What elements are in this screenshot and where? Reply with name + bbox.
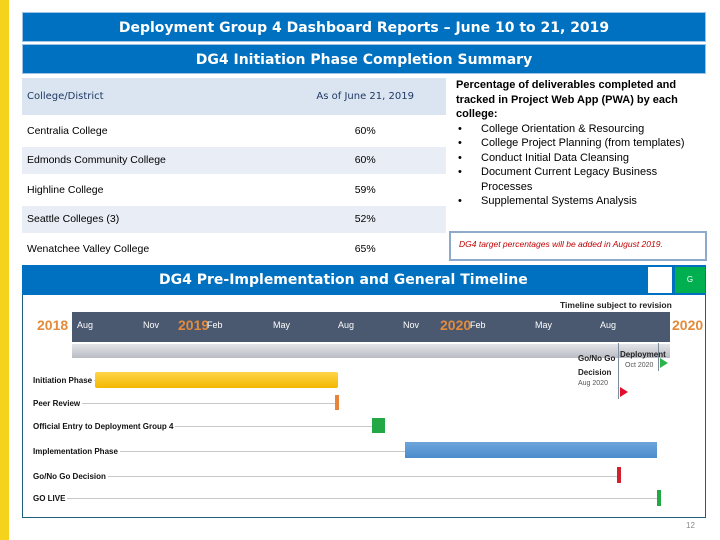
deliverables-info: Percentage of deliverables completed and… — [456, 78, 706, 209]
college-name: Highline College — [22, 175, 225, 206]
table-row: Centralia College 60% — [22, 116, 446, 147]
college-name: Centralia College — [22, 116, 225, 147]
table-row: Seattle Colleges (3) 52% — [22, 204, 446, 235]
golive-marker — [657, 490, 661, 506]
task-label: Initiation Phase — [33, 376, 95, 385]
status-badge: G — [675, 267, 705, 293]
year-label: 2019 — [178, 317, 210, 333]
college-name: Edmonds Community College — [22, 145, 225, 176]
college-name: Seattle Colleges (3) — [22, 204, 225, 235]
page-number: 12 — [686, 521, 695, 530]
task-label: Official Entry to Deployment Group 4 — [33, 422, 176, 431]
task-label: GO LIVE — [33, 494, 68, 503]
gonogo-line — [618, 343, 619, 399]
month-label: Nov — [403, 320, 420, 330]
deliverable-item: College Project Planning (from templates… — [456, 136, 706, 151]
initiation-bar — [95, 372, 338, 388]
month-label: Aug — [338, 320, 355, 330]
status-blank — [648, 267, 672, 293]
completion-pct: 60% — [224, 116, 446, 147]
header-date: As of June 21, 2019 — [224, 78, 446, 117]
page-title: Deployment Group 4 Dashboard Reports – J… — [22, 12, 706, 42]
target-note: DG4 target percentages will be added in … — [449, 231, 707, 261]
table-row: Highline College 59% — [22, 175, 446, 206]
peer-review-marker — [335, 395, 339, 410]
header-college: College/District — [22, 78, 225, 117]
table-row: Edmonds Community College 60% — [22, 145, 446, 176]
month-label: Aug — [600, 320, 617, 330]
deliverables-intro: Percentage of deliverables completed and… — [456, 79, 678, 120]
section-title: DG4 Initiation Phase Completion Summary — [22, 44, 706, 74]
month-label: May — [535, 320, 553, 330]
table-row: Wenatchee Valley College 65% — [22, 234, 446, 265]
revision-note: Timeline subject to revision — [560, 300, 672, 310]
gonogo-marker — [617, 467, 621, 483]
deploy-date: Oct 2020 — [625, 362, 654, 369]
deliverable-item: Document Current Legacy Business Process… — [456, 165, 706, 194]
gonogo-label: Go/No Go Decision — [578, 354, 616, 377]
accent-stripe — [0, 0, 9, 540]
month-label: Feb — [207, 320, 223, 330]
completion-pct: 60% — [224, 145, 446, 176]
implementation-bar — [405, 442, 657, 458]
month-label: Nov — [143, 320, 160, 330]
task-label: Peer Review — [33, 399, 83, 408]
gonogo-date: Aug 2020 — [578, 380, 608, 387]
green-flag-icon — [660, 358, 668, 368]
completion-pct: 59% — [224, 175, 446, 206]
completion-table: College/District As of June 21, 2019 Cent… — [22, 78, 446, 265]
table-header: College/District As of June 21, 2019 — [22, 78, 446, 117]
completion-pct: 52% — [224, 204, 446, 235]
task-line — [60, 403, 336, 404]
year-label: 2018 — [37, 317, 69, 333]
month-label: May — [273, 320, 291, 330]
task-label: Implementation Phase — [33, 447, 120, 456]
college-name: Wenatchee Valley College — [22, 234, 225, 265]
month-label: Feb — [470, 320, 486, 330]
year-label: 2020 — [440, 317, 472, 333]
official-entry-marker — [372, 418, 385, 433]
deliverable-item: Supplemental Systems Analysis — [456, 194, 706, 209]
deliverable-item: Conduct Initial Data Cleansing — [456, 151, 706, 166]
month-label: Aug — [77, 320, 94, 330]
deliverable-item: College Orientation & Resourcing — [456, 122, 706, 137]
month-band — [72, 312, 670, 342]
deploy-label: Deployment — [620, 350, 666, 359]
timeline-title: DG4 Pre-Implementation and General Timel… — [22, 265, 706, 295]
year-label: 2020 — [672, 317, 704, 333]
task-line — [60, 476, 617, 477]
task-line — [60, 498, 657, 499]
red-flag-icon — [620, 387, 628, 397]
task-label: Go/No Go Decision — [33, 472, 108, 481]
completion-pct: 65% — [224, 234, 446, 265]
